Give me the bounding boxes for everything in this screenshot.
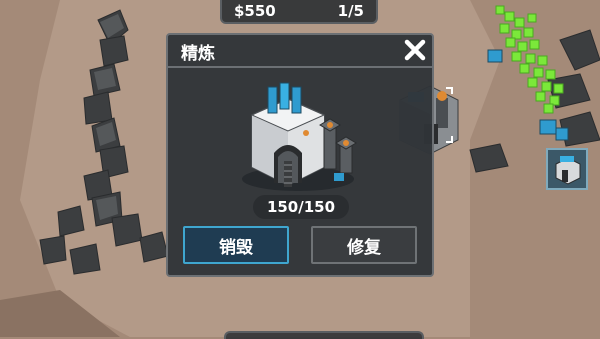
bottom-toolbar bbox=[224, 331, 424, 339]
repair-button[interactable]: 修复 bbox=[311, 226, 417, 264]
close-icon[interactable] bbox=[402, 37, 428, 63]
refinery-building-icon bbox=[242, 82, 357, 191]
resource-bar: $550 1/5 bbox=[220, 0, 378, 24]
destroy-button[interactable]: 销毁 bbox=[183, 226, 289, 264]
unit-portrait-icon[interactable] bbox=[546, 148, 588, 190]
money-counter: $550 bbox=[234, 2, 276, 20]
panel-divider bbox=[168, 66, 432, 68]
building-info-panel: 精炼 150/150 销毁 修复 bbox=[166, 33, 434, 277]
health-readout: 150/150 bbox=[253, 195, 349, 219]
building-count: 1/5 bbox=[337, 2, 364, 20]
panel-title: 精炼 bbox=[181, 44, 215, 64]
